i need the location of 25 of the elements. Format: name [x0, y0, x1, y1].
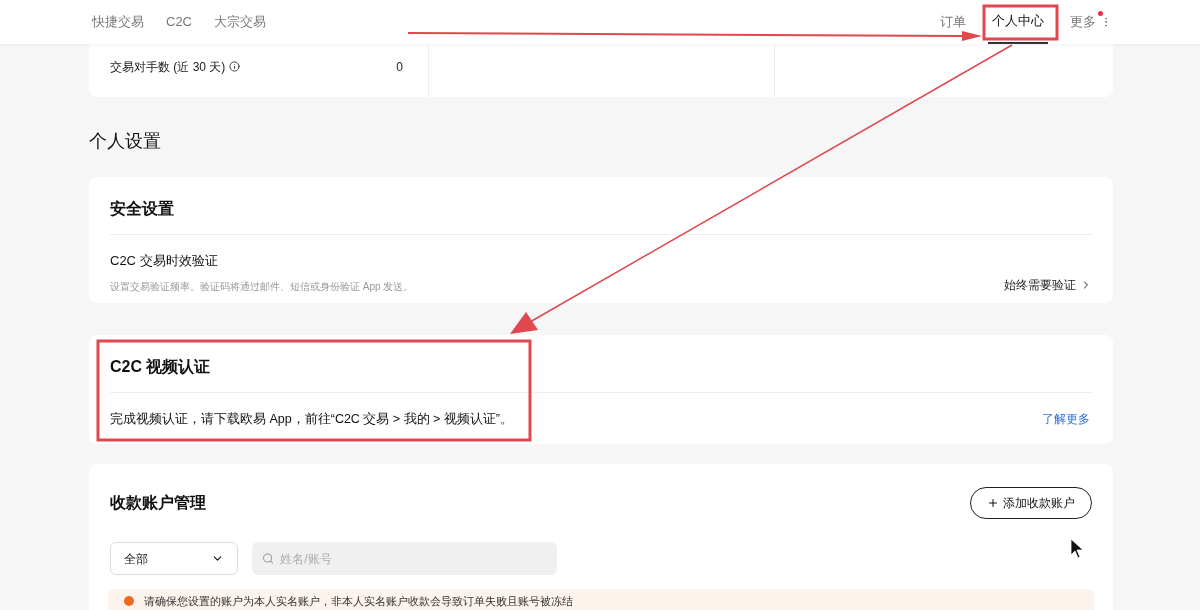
mouse-cursor-icon: [1070, 538, 1084, 559]
nav-link[interactable]: 大宗交易: [210, 0, 270, 44]
card-title: 安全设置: [110, 199, 175, 219]
search-input[interactable]: 姓名/账号: [280, 549, 547, 568]
learn-more-link[interactable]: 了解更多: [1042, 409, 1090, 428]
nav-link[interactable]: C2C: [162, 0, 196, 44]
nav-link[interactable]: 快捷交易: [88, 0, 148, 44]
verification-setting-link[interactable]: 始终需要验证: [1004, 275, 1092, 294]
plus-icon: [987, 497, 999, 510]
stat-label: 交易对手数 (近 30 天): [110, 58, 226, 76]
warning-text: 请确保您设置的账户为本人实名账户，非本人实名账户收款会导致订单失败且账号被冻结: [144, 594, 573, 610]
setting-description: 设置交易验证频率。验证码将通过邮件、短信或身份验证 App 发送。: [110, 279, 414, 294]
nav-link[interactable]: 更多: [1066, 0, 1100, 44]
card-title: 收款账户管理: [110, 493, 206, 514]
search-icon: [262, 552, 275, 566]
nav-link[interactable]: 订单: [936, 0, 970, 44]
info-icon[interactable]: [229, 61, 241, 72]
video-verification-text: 完成视频认证，请下载欧易 App，前往“C2C 交易 > 我的 > 视频认证”。: [110, 410, 513, 428]
stat-value: 0: [396, 58, 403, 76]
section-title: 个人设置: [89, 130, 162, 153]
search-field[interactable]: 姓名/账号: [252, 542, 557, 576]
filter-dropdown[interactable]: 全部: [110, 542, 238, 576]
setting-title: C2C 交易时效验证: [110, 252, 219, 270]
card-title: C2C 视频认证: [110, 356, 212, 377]
warning-icon: [124, 596, 134, 607]
